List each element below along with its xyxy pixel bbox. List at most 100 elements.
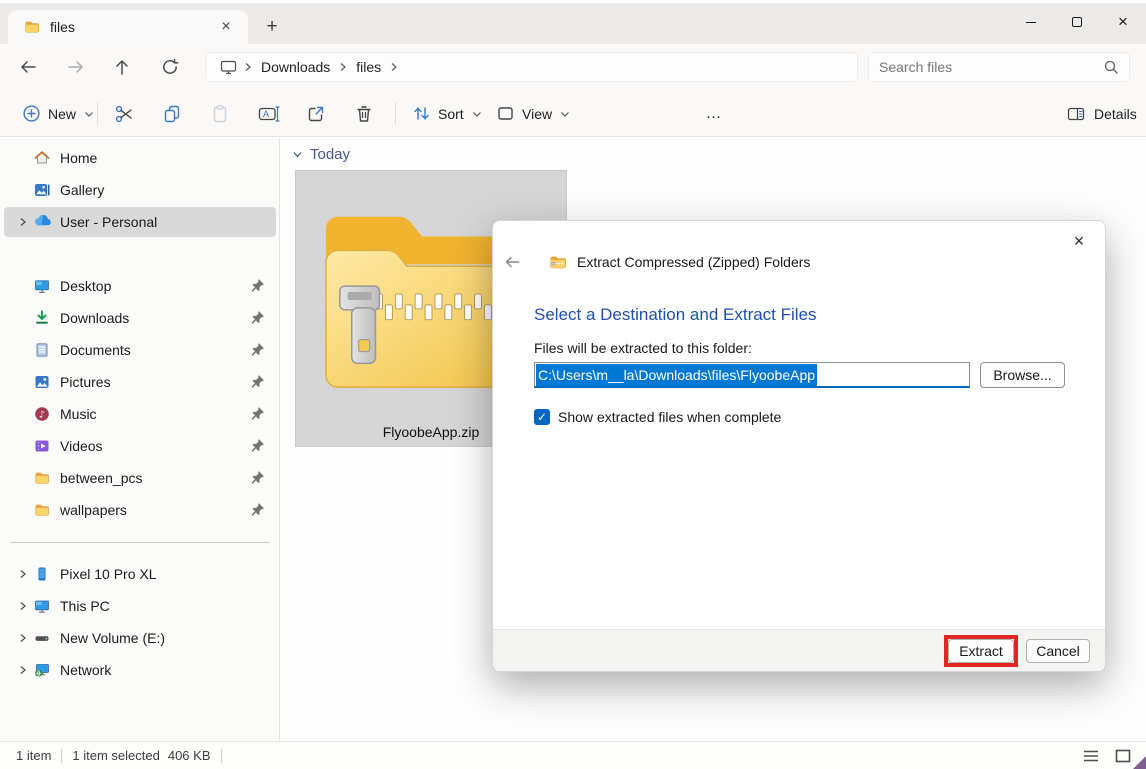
- minimize-button[interactable]: [1008, 3, 1054, 41]
- view-icon: [496, 104, 515, 123]
- details-pane-icon: [1066, 105, 1086, 123]
- close-button[interactable]: ×: [1100, 3, 1146, 41]
- sidebar-label: Pixel 10 Pro XL: [60, 566, 157, 582]
- videos-icon: [34, 438, 50, 454]
- forward-arrow-icon: [67, 58, 85, 76]
- sidebar-item-wallpapers[interactable]: wallpapers: [4, 495, 276, 525]
- cancel-button[interactable]: Cancel: [1026, 639, 1090, 663]
- sidebar-item-documents[interactable]: Documents: [4, 335, 276, 365]
- monitor-icon: [34, 598, 50, 614]
- chevron-right-icon[interactable]: [12, 600, 34, 612]
- sidebar-item-home[interactable]: Home: [4, 143, 276, 173]
- tab-bar: files × + ×: [0, 3, 1146, 44]
- chevron-right-icon[interactable]: [12, 568, 34, 580]
- sidebar-item-gallery[interactable]: Gallery: [4, 175, 276, 205]
- onedrive-cloud-icon: [34, 214, 50, 230]
- chevron-right-icon[interactable]: [12, 216, 34, 228]
- cut-button[interactable]: [106, 96, 142, 131]
- address-bar[interactable]: Downloads files: [205, 52, 858, 82]
- checkbox-label: Show extracted files when complete: [558, 409, 781, 425]
- new-button[interactable]: New: [14, 96, 103, 131]
- up-arrow-icon: [113, 58, 131, 76]
- chevron-right-icon[interactable]: [12, 632, 34, 644]
- breadcrumb-files[interactable]: files: [350, 59, 387, 75]
- sidebar-label: Videos: [60, 438, 103, 454]
- back-button[interactable]: [12, 51, 44, 83]
- sidebar-item-desktop[interactable]: Desktop: [4, 271, 276, 301]
- statusbar-divider: [221, 749, 222, 763]
- sidebar-item-downloads[interactable]: Downloads: [4, 303, 276, 333]
- back-arrow-icon: [19, 58, 37, 76]
- sidebar-item-music[interactable]: ♪ Music: [4, 399, 276, 429]
- see-more-button[interactable]: …: [699, 96, 729, 131]
- copy-button[interactable]: [154, 96, 190, 131]
- chevron-right-icon: [241, 60, 255, 74]
- navigation-pane: Home Gallery User - Personal Desktop Dow…: [0, 138, 280, 741]
- sidebar-label: User - Personal: [60, 214, 157, 230]
- large-icons-view-icon[interactable]: [1114, 747, 1132, 765]
- sidebar-item-user-personal[interactable]: User - Personal: [4, 207, 276, 237]
- maximize-button[interactable]: [1054, 3, 1100, 41]
- extract-annotation-box: Extract: [944, 635, 1018, 667]
- sidebar-label: Home: [60, 150, 97, 166]
- selected-path-text: C:\Users\m__la\Downloads\files\FlyoobeAp…: [536, 364, 817, 386]
- search-box[interactable]: Search files: [868, 52, 1130, 82]
- group-header-today[interactable]: Today: [291, 146, 350, 163]
- dialog-close-button[interactable]: ×: [1065, 227, 1093, 255]
- minimize-icon: [1026, 22, 1036, 23]
- statusbar-divider: [61, 749, 62, 763]
- dialog-back-icon[interactable]: [503, 253, 521, 271]
- folder-icon: [34, 470, 50, 486]
- sidebar-item-new-volume-e[interactable]: New Volume (E:): [4, 623, 276, 653]
- view-button[interactable]: View: [488, 96, 579, 131]
- extract-button[interactable]: Extract: [948, 639, 1014, 663]
- rename-button[interactable]: A: [250, 96, 288, 131]
- folder-icon: [24, 19, 40, 35]
- sidebar-item-videos[interactable]: Videos: [4, 431, 276, 461]
- sidebar-item-network[interactable]: Network: [4, 655, 276, 685]
- breadcrumb-downloads[interactable]: Downloads: [255, 59, 336, 75]
- sidebar-label: This PC: [60, 598, 110, 614]
- share-button[interactable]: [298, 96, 334, 131]
- forward-button[interactable]: [60, 51, 92, 83]
- sort-button[interactable]: Sort: [404, 96, 491, 131]
- sidebar-label: Pictures: [60, 374, 111, 390]
- dialog-title: Extract Compressed (Zipped) Folders: [577, 254, 810, 270]
- up-button[interactable]: [106, 51, 138, 83]
- checkbox-checked-icon[interactable]: ✓: [534, 409, 550, 425]
- pin-icon: [250, 342, 266, 358]
- refresh-button[interactable]: [154, 51, 186, 83]
- sidebar-item-this-pc[interactable]: This PC: [4, 591, 276, 621]
- cut-icon: [114, 104, 134, 124]
- chevron-right-icon: [387, 60, 401, 74]
- home-icon: [34, 150, 50, 166]
- chevron-down-icon: [291, 148, 304, 161]
- chevron-right-icon[interactable]: [12, 664, 34, 676]
- show-files-checkbox-row: ✓ Show extracted files when complete: [534, 409, 781, 425]
- sidebar-label: between_pcs: [60, 470, 143, 486]
- selection-count: 1 item selected: [72, 748, 159, 763]
- sidebar-item-pixel-10-pro-xl[interactable]: Pixel 10 Pro XL: [4, 559, 276, 589]
- delete-button[interactable]: [346, 96, 382, 131]
- view-button-label: View: [522, 106, 552, 122]
- plus-circle-icon: [22, 104, 41, 123]
- destination-path-input[interactable]: C:\Users\m__la\Downloads\files\FlyoobeAp…: [534, 362, 970, 388]
- svg-text:A: A: [263, 109, 269, 119]
- trash-icon: [354, 104, 374, 124]
- details-pane-button[interactable]: Details: [1058, 96, 1145, 131]
- new-tab-button[interactable]: +: [258, 13, 286, 41]
- sidebar-item-between-pcs[interactable]: between_pcs: [4, 463, 276, 493]
- svg-text:♪: ♪: [39, 409, 45, 420]
- pin-icon: [250, 502, 266, 518]
- paste-button[interactable]: [202, 96, 238, 131]
- sidebar-item-pictures[interactable]: Pictures: [4, 367, 276, 397]
- browse-button[interactable]: Browse...: [980, 362, 1065, 388]
- chevron-down-icon: [471, 108, 483, 120]
- explorer-tab-files[interactable]: files ×: [8, 10, 248, 44]
- documents-icon: [34, 342, 50, 358]
- list-view-icon[interactable]: [1082, 747, 1100, 765]
- desktop-corner: [1133, 756, 1146, 769]
- item-count: 1 item: [16, 748, 51, 763]
- tab-close-icon[interactable]: ×: [214, 15, 238, 39]
- sidebar-label: wallpapers: [60, 502, 127, 518]
